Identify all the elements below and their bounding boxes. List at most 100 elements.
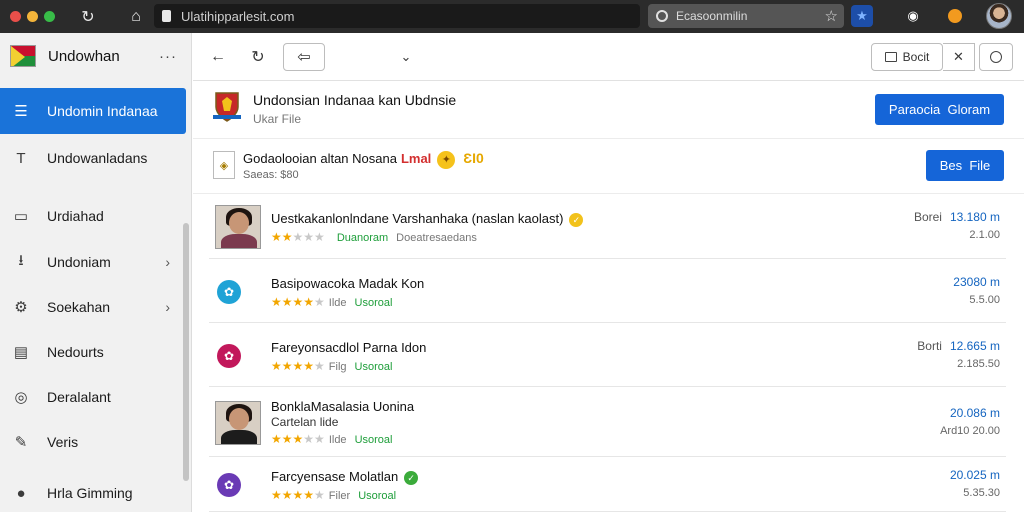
- search-button[interactable]: [979, 43, 1013, 71]
- sidebar-item-8[interactable]: ● Hrla Gimming: [0, 470, 186, 512]
- sidebar-item-label: Deralalant: [47, 389, 111, 405]
- row-price-block: Borei 13.180 m 2.1.00: [914, 210, 1000, 241]
- sidebar-item-3[interactable]: ⭳ Undoniam ›: [0, 239, 186, 285]
- row-price-sub: 5.35.30: [963, 487, 1000, 499]
- more-options-icon[interactable]: ···: [159, 48, 177, 65]
- action-button[interactable]: Bocit: [871, 43, 943, 71]
- row-title: Farcyensase Molatlan: [271, 469, 399, 484]
- row-title: BonklaMasalasia Uonina: [271, 399, 415, 414]
- verified-check-icon: ✓: [404, 470, 419, 485]
- row-title-line: Farcyensase Molatlan ✓: [271, 469, 419, 485]
- document-icon: ▤: [13, 344, 29, 361]
- rating-stars: ★★★★★: [271, 432, 325, 446]
- chevron-right-icon[interactable]: ›: [165, 254, 170, 270]
- featured-item[interactable]: ◈ Godaolooian altan Nosana Lmal ✦ ƐI0 Saeas…: [193, 140, 1024, 194]
- home-icon[interactable]: ⌂: [125, 6, 147, 28]
- shield-crest-icon: [213, 92, 241, 122]
- sidebar-item-4[interactable]: ⚙ Soekahan ›: [0, 284, 186, 330]
- row-meta: ★★★★★ Ilde Usoroal: [271, 432, 392, 446]
- chevron-down-icon[interactable]: ⌄: [397, 43, 415, 71]
- close-icon[interactable]: ✕: [943, 43, 975, 71]
- address-text: Ulatihipparlesit.com: [181, 8, 295, 24]
- row-status: Usoroal: [354, 297, 393, 309]
- drive-icon: ▭: [13, 208, 29, 225]
- star-extension-icon[interactable]: ★: [851, 5, 873, 27]
- back-arrow-icon[interactable]: ←: [207, 43, 229, 71]
- address-bar[interactable]: Ulatihipparlesit.com: [154, 4, 640, 28]
- row-price-prefix: Borti: [917, 339, 942, 353]
- row-price-block: 20.025 m 5.35.30: [942, 468, 1000, 499]
- sidebar-item-label: Nedourts: [47, 344, 104, 360]
- flag-logo-icon: [10, 45, 36, 67]
- sidebar: Undowhan ··· ☰ Undomin Indanaa T Undowanlad…: [0, 33, 192, 512]
- thumbnail-photo: [215, 205, 261, 249]
- row-meta-label: Ilde: [328, 297, 347, 309]
- sidebar-item-0[interactable]: ☰ Undomin Indanaa: [0, 88, 186, 134]
- row-price-block: 20.086 m Ard10 20.00: [940, 406, 1000, 437]
- coin-icon: ✦: [437, 150, 456, 169]
- row-title-line: Uestkakanlonlndane Varshanhaka (naslan k…: [271, 211, 584, 227]
- reload-icon[interactable]: ↻: [77, 6, 99, 28]
- search-icon: [656, 10, 668, 22]
- sidebar-item-label: Hrla Gimming: [47, 485, 133, 501]
- mask-logo-icon: ◈: [213, 151, 235, 179]
- row-price-sub: Ard10 20.00: [940, 425, 1000, 437]
- app-icon: ✿: [217, 473, 241, 497]
- reload-icon[interactable]: ↻: [247, 43, 269, 71]
- lock-icon: [162, 10, 171, 22]
- list-item[interactable]: ✿ Farcyensase Molatlan ✓ ★★★★★ Filer Usoroal 2…: [209, 458, 1006, 512]
- forward-button[interactable]: ⇦: [283, 43, 325, 71]
- row-title: Fareyonsacdlol Parna Idon: [271, 340, 427, 355]
- list-item[interactable]: BonklaMasalasia Uonina Cartelan lide ★★★★★…: [209, 388, 1006, 457]
- chevron-right-icon[interactable]: ›: [165, 299, 170, 315]
- page-title: Undonsian Indanaa kan Ubdnsie: [253, 92, 457, 108]
- app-icon: ✿: [217, 280, 241, 304]
- list-icon: ☰: [14, 103, 28, 120]
- row-status: Usoroal: [354, 434, 393, 446]
- row-meta: ★★★★★ Filg Usoroal: [271, 359, 392, 373]
- featured-file-button[interactable]: Bes File: [926, 150, 1004, 181]
- camera-extension-icon[interactable]: ◉: [902, 5, 924, 27]
- bookmark-star-icon[interactable]: ☆: [825, 7, 838, 25]
- row-price-prefix: Borei: [913, 210, 942, 224]
- page-subtitle: Ukar File: [253, 112, 302, 126]
- sidebar-item-6[interactable]: ◎ Deralalant: [0, 374, 186, 420]
- orange-extension-icon[interactable]: [944, 5, 966, 27]
- row-price-sub: 2.1.00: [969, 229, 1000, 241]
- list-item[interactable]: Uestkakanlonlndane Varshanhaka (naslan k…: [209, 195, 1006, 259]
- header-primary-button[interactable]: Paraocia Gloram: [875, 94, 1004, 125]
- featured-subtitle: Saeas: $80: [243, 169, 299, 181]
- sidebar-item-5[interactable]: ▤ Nedourts: [0, 329, 186, 375]
- close-window-button[interactable]: [10, 11, 21, 22]
- row-title-line: Basipowacoka Madak Kon: [271, 276, 424, 291]
- action-button-label: Bocit: [902, 50, 930, 64]
- list-item[interactable]: ✿ Basipowacoka Madak Kon ★★★★★ Ilde Usoroal 2…: [209, 260, 1006, 323]
- row-status: Usoroal: [358, 490, 397, 502]
- sidebar-scrollbar[interactable]: [183, 223, 189, 481]
- minimize-window-button[interactable]: [27, 11, 38, 22]
- sidebar-item-2[interactable]: ▭ Urdiahad: [0, 193, 186, 239]
- sidebar-item-7[interactable]: ✎ Veris: [0, 419, 186, 465]
- row-meta: ★★★★★ Ilde Usoroal: [271, 295, 392, 309]
- chat-icon: ●: [16, 484, 26, 502]
- circle-icon: ◎: [14, 389, 28, 406]
- row-title: Basipowacoka Madak Kon: [271, 276, 425, 291]
- row-price-sub: 5.5.00: [969, 294, 1000, 306]
- row-status: Usoroal: [354, 361, 393, 373]
- sidebar-item-1[interactable]: T Undowanladans: [0, 135, 186, 181]
- browser-search-field[interactable]: Ecasoonmilin ☆: [648, 4, 844, 28]
- profile-avatar[interactable]: [986, 3, 1012, 29]
- pen-icon: ✎: [14, 434, 28, 451]
- featured-title-line: Godaolooian altan Nosana Lmal ✦ ƐI0: [243, 150, 484, 169]
- row-meta-extra: Doeatresaedans: [396, 232, 477, 244]
- row-title: Uestkakanlonlndane Varshanhaka (naslan k…: [271, 211, 564, 226]
- sidebar-item-label: Veris: [47, 434, 79, 450]
- list-item[interactable]: ✿ Fareyonsacdlol Parna Idon ★★★★★ Filg Usoro…: [209, 324, 1006, 387]
- window-controls: [10, 11, 55, 22]
- row-meta-label: Filg: [328, 361, 347, 373]
- rating-stars: ★★★★★: [271, 295, 325, 309]
- featured-badge: ƐI0: [463, 150, 484, 166]
- maximize-window-button[interactable]: [44, 11, 55, 22]
- arrow-outline-icon: ⇦: [297, 49, 311, 66]
- rating-stars: ★★★★★: [271, 230, 325, 244]
